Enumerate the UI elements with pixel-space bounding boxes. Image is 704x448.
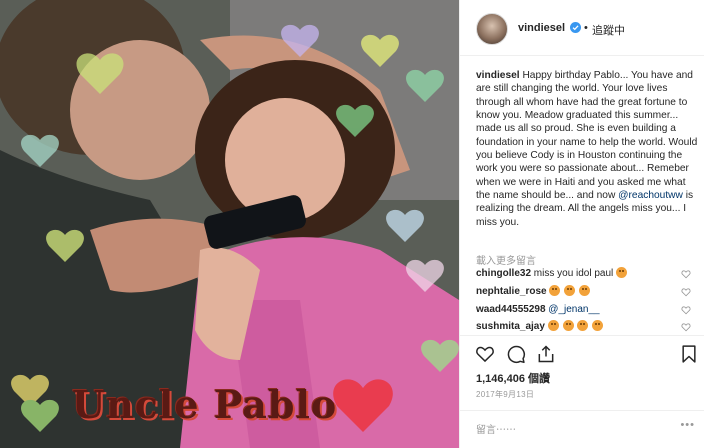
comment-like-heart-icon[interactable] <box>681 305 691 315</box>
avatar[interactable] <box>476 13 508 45</box>
more-options-icon[interactable]: ••• <box>680 419 695 431</box>
comment-text: miss you idol paul <box>533 268 614 279</box>
heart-icon[interactable] <box>475 344 495 364</box>
sad-face-icon <box>578 285 590 296</box>
comment-row: chingolle32 miss you idol paul <box>476 267 691 283</box>
caption-username[interactable]: vindiesel <box>476 70 520 81</box>
comment-like-heart-icon[interactable] <box>681 269 691 279</box>
sad-face-icon <box>562 320 574 331</box>
comment-username[interactable]: chingolle32 <box>476 268 531 279</box>
sad-face-icon <box>616 267 628 278</box>
photo-illustration <box>0 0 459 448</box>
header-username[interactable]: vindiesel <box>518 22 565 34</box>
post-date: 2017年9月13日 <box>476 390 535 399</box>
post-detail-panel: vindiesel • 追蹤中 vindiesel Happy birthday… <box>459 0 704 448</box>
add-comment-bar: 留言⋯⋯ ••• <box>460 410 704 448</box>
comment-like-heart-icon[interactable] <box>681 287 691 297</box>
sad-face-icon <box>549 285 561 296</box>
follow-status-button[interactable]: 追蹤中 <box>592 22 625 38</box>
post-header: vindiesel • 追蹤中 <box>460 0 704 56</box>
sad-face-icon <box>577 320 589 331</box>
load-more-comments-link[interactable]: 載入更多留言 <box>476 252 536 267</box>
caption-text-part-1: Happy birthday Pablo... You have and are… <box>476 70 698 202</box>
share-icon[interactable] <box>536 344 556 364</box>
comment-row: sushmita_ajay <box>476 320 691 336</box>
comment-username[interactable]: waad44555298 <box>476 304 546 315</box>
photo-overlay-text: Uncle Pablo <box>72 382 338 427</box>
comment-icon[interactable] <box>506 344 526 364</box>
bookmark-icon[interactable] <box>679 344 699 364</box>
comment-input[interactable]: 留言⋯⋯ <box>476 421 516 436</box>
comment-mention-link[interactable]: @_jenan__ <box>548 304 599 315</box>
caption-mention-link[interactable]: @reachoutww <box>618 190 683 201</box>
comment-like-heart-icon[interactable] <box>681 322 691 332</box>
comment-username[interactable]: nephtalie_rose <box>476 286 547 297</box>
comment-row: nephtalie_rose <box>476 285 691 301</box>
post-caption: vindiesel Happy birthday Pablo... You ha… <box>476 69 698 229</box>
likes-count[interactable]: 1,146,406 個讚 <box>476 370 550 386</box>
comment-row: waad44555298 @_jenan__ <box>476 303 691 319</box>
post-photo[interactable]: Uncle Pablo <box>0 0 459 448</box>
post-action-bar <box>460 335 704 371</box>
comment-username[interactable]: sushmita_ajay <box>476 321 545 332</box>
sad-face-icon <box>564 285 576 296</box>
verified-badge-icon <box>570 22 581 33</box>
header-separator: • <box>584 22 588 34</box>
sad-face-icon <box>547 320 559 331</box>
sad-face-icon <box>592 320 604 331</box>
